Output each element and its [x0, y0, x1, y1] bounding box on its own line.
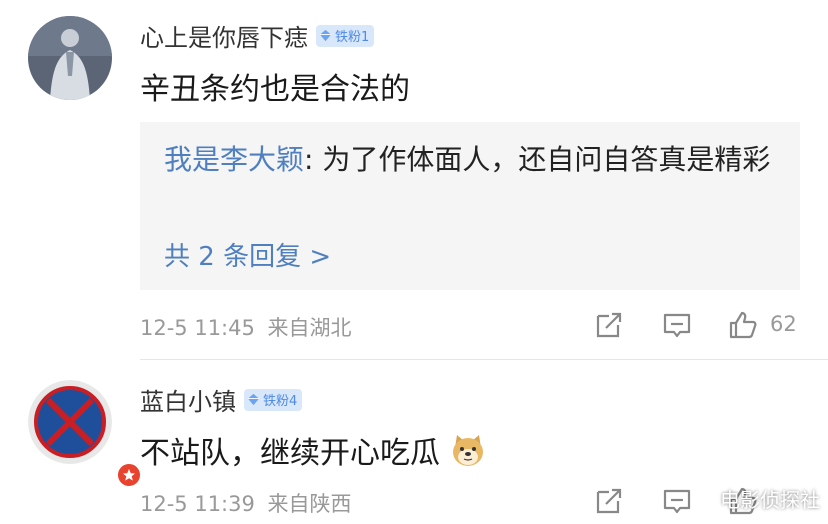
comment-location: 来自陕西: [267, 492, 352, 516]
share-icon[interactable]: [594, 486, 624, 516]
fan-badge-label: 铁粉4: [263, 394, 298, 409]
avatar[interactable]: [28, 380, 142, 488]
star-icon: [123, 469, 135, 481]
diamond-icon: [319, 29, 332, 42]
verified-star-badge: [116, 462, 142, 488]
fan-badge[interactable]: 铁粉4: [244, 388, 303, 411]
comment-text-body: 不站队，继续开心吃瓜: [140, 436, 440, 471]
share-icon[interactable]: [594, 310, 624, 340]
reply-body: 为了作体面人，还自问自答真是精彩: [322, 143, 771, 176]
username-text[interactable]: 心上是你唇下痣: [140, 18, 308, 53]
comment-location: 来自湖北: [267, 316, 352, 340]
watermark: 电影侦探社: [720, 488, 820, 512]
comment-meta: 12-5 11:39 来自陕西: [140, 488, 352, 518]
view-replies-link[interactable]: 共 2 条回复 >: [164, 236, 331, 273]
comment-text: 辛丑条约也是合法的: [140, 72, 410, 107]
reply-text: 我是李大颖: 为了作体面人，还自问自答真是精彩: [164, 136, 784, 184]
comment-item: 蓝白小镇 铁粉4 不站队，继续开心吃瓜 12-5 11:39 来自陕西: [0, 360, 828, 524]
comment-text: 不站队，继续开心吃瓜: [140, 428, 486, 472]
like-icon[interactable]: [728, 310, 758, 340]
fan-badge-label: 铁粉1: [335, 30, 370, 45]
reply-icon[interactable]: [662, 310, 692, 340]
reply-username[interactable]: 我是李大颖: [164, 143, 304, 176]
diamond-icon: [247, 393, 260, 406]
username[interactable]: 心上是你唇下痣 铁粉1: [140, 18, 375, 53]
reply-separator: :: [304, 143, 323, 176]
username[interactable]: 蓝白小镇 铁粉4: [140, 382, 303, 417]
reply-icon[interactable]: [662, 486, 692, 516]
comment-meta: 12-5 11:45 来自湖北: [140, 312, 352, 342]
like-count: 62: [770, 312, 797, 336]
doge-emoji: [453, 435, 483, 466]
comment-item: 心上是你唇下痣 铁粉1 辛丑条约也是合法的 我是李大颖: 为了作体面人，还自问自…: [0, 0, 828, 360]
avatar[interactable]: [28, 16, 112, 100]
comment-time: 12-5 11:39: [140, 492, 255, 516]
username-text[interactable]: 蓝白小镇: [140, 382, 236, 417]
reply-preview[interactable]: 我是李大颖: 为了作体面人，还自问自答真是精彩 共 2 条回复 >: [140, 122, 800, 290]
fan-badge[interactable]: 铁粉1: [316, 24, 375, 47]
comment-time: 12-5 11:45: [140, 316, 255, 340]
